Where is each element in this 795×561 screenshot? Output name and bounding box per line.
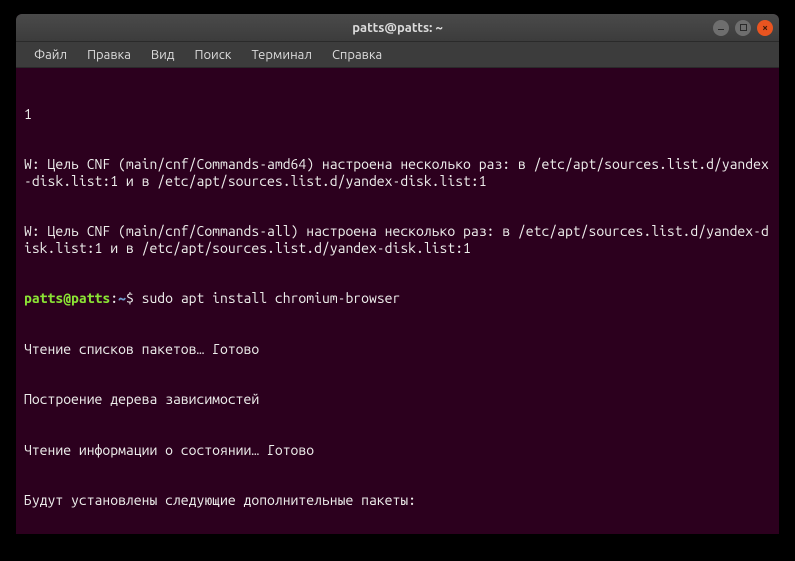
output-line: Чтение информации о состоянии… Готово — [24, 442, 771, 459]
menu-help[interactable]: Справка — [322, 44, 392, 66]
prompt-line: patts@patts:~$ sudo apt install chromium… — [24, 290, 771, 307]
output-line: Чтение списков пакетов… Готово — [24, 341, 771, 358]
prompt-colon: : — [110, 290, 118, 306]
prompt-dollar: $ — [126, 290, 134, 306]
titlebar: patts@patts: ~ — [16, 14, 779, 42]
menu-search[interactable]: Поиск — [184, 44, 241, 66]
prompt-user-host: patts@patts — [24, 290, 110, 306]
menu-view[interactable]: Вид — [141, 44, 185, 66]
menu-edit[interactable]: Правка — [77, 44, 141, 66]
prompt-path: ~ — [118, 290, 126, 306]
output-line: 1 — [24, 106, 771, 123]
output-line: Построение дерева зависимостей — [24, 391, 771, 408]
maximize-button[interactable] — [735, 20, 751, 36]
output-line: W: Цель CNF (main/cnf/Commands-amd64) на… — [24, 156, 771, 190]
entered-command: sudo apt install chromium-browser — [142, 290, 401, 306]
menubar: Файл Правка Вид Поиск Терминал Справка — [16, 42, 779, 68]
output-line: Будут установлены следующие дополнительн… — [24, 492, 771, 509]
window-title: patts@patts: ~ — [352, 21, 443, 35]
menu-terminal[interactable]: Терминал — [241, 44, 321, 66]
window-controls — [713, 20, 773, 36]
terminal-body[interactable]: 1 W: Цель CNF (main/cnf/Commands-amd64) … — [16, 68, 779, 534]
menu-file[interactable]: Файл — [24, 44, 77, 66]
terminal-window: patts@patts: ~ Файл Правка Вид Поиск Тер… — [16, 14, 779, 534]
output-line: W: Цель CNF (main/cnf/Commands-all) наст… — [24, 223, 771, 257]
minimize-button[interactable] — [713, 20, 729, 36]
close-button[interactable] — [757, 20, 773, 36]
